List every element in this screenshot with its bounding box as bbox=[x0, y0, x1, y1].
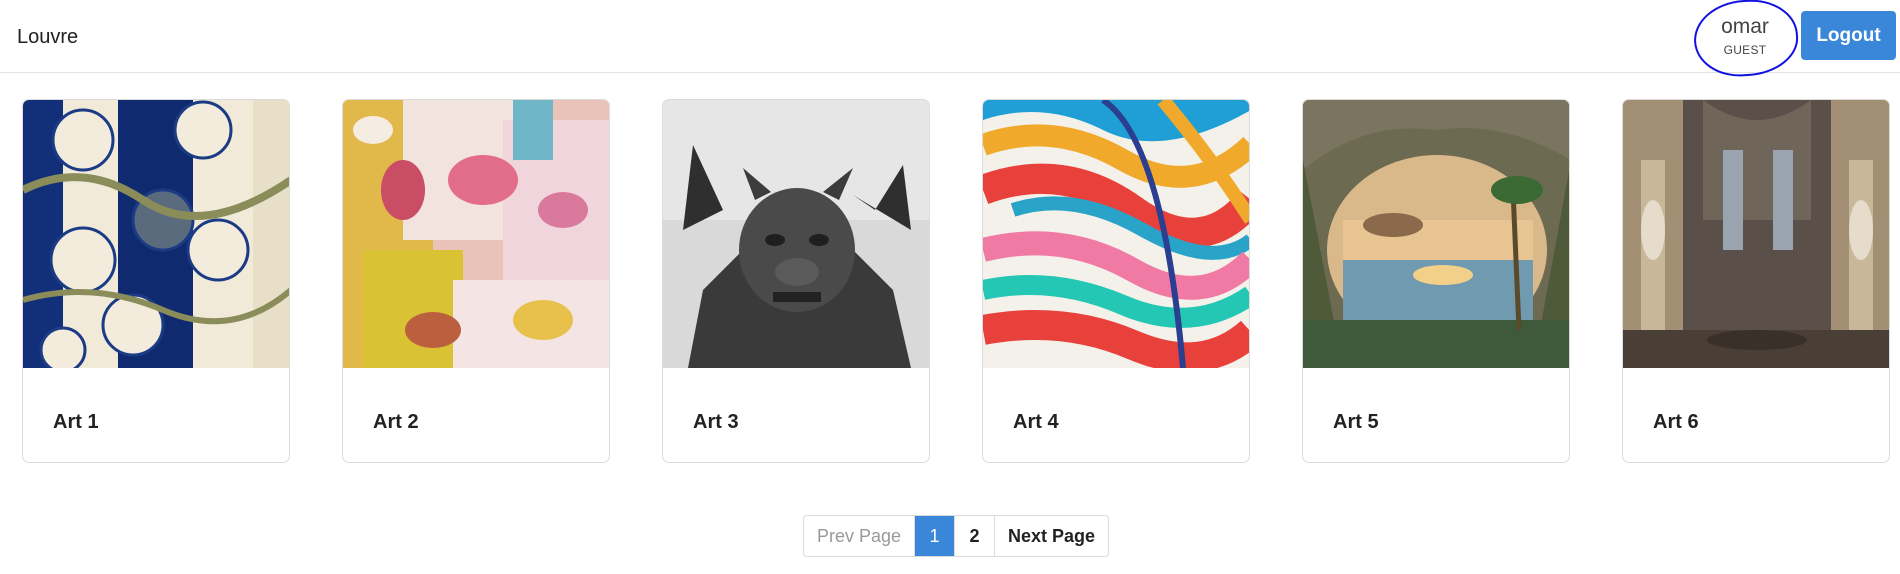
art-title[interactable]: Art 6 bbox=[1653, 411, 1699, 434]
user-info: omar GUEST bbox=[1691, 0, 1801, 80]
art-title[interactable]: Art 5 bbox=[1333, 411, 1379, 434]
art-card[interactable]: Art 5 bbox=[1302, 99, 1570, 463]
pagination: Prev Page 1 2 Next Page bbox=[803, 515, 1109, 557]
art-image-gargoyle[interactable] bbox=[663, 100, 929, 368]
art-title[interactable]: Art 3 bbox=[693, 411, 739, 434]
art-image-gothic-interior[interactable] bbox=[1623, 100, 1889, 368]
user-role: GUEST bbox=[1723, 43, 1767, 57]
prev-page-button[interactable]: Prev Page bbox=[804, 516, 915, 556]
art-image-abstract-paint[interactable] bbox=[343, 100, 609, 368]
art-card[interactable]: Art 2 bbox=[342, 99, 610, 463]
art-image-grotto-landscape[interactable] bbox=[1303, 100, 1569, 368]
art-card[interactable]: Art 6 bbox=[1622, 99, 1890, 463]
art-title[interactable]: Art 2 bbox=[373, 411, 419, 434]
art-title[interactable]: Art 1 bbox=[53, 411, 99, 434]
art-image-wavy-stripes[interactable] bbox=[983, 100, 1249, 368]
top-navbar: Louvre omar GUEST Logout bbox=[0, 0, 1900, 80]
user-name: omar bbox=[1721, 15, 1769, 38]
logout-button[interactable]: Logout bbox=[1801, 11, 1896, 60]
art-card[interactable]: Art 1 bbox=[22, 99, 290, 463]
page-1-button[interactable]: 1 bbox=[915, 516, 955, 556]
art-card[interactable]: Art 4 bbox=[982, 99, 1250, 463]
page-2-button[interactable]: 2 bbox=[955, 516, 995, 556]
annotation-circle bbox=[1691, 0, 1801, 80]
art-title[interactable]: Art 4 bbox=[1013, 411, 1059, 434]
art-card[interactable]: Art 3 bbox=[662, 99, 930, 463]
brand-logo-text[interactable]: Louvre bbox=[17, 26, 78, 49]
next-page-button[interactable]: Next Page bbox=[995, 516, 1108, 556]
art-image-blue-floral[interactable] bbox=[23, 100, 289, 368]
